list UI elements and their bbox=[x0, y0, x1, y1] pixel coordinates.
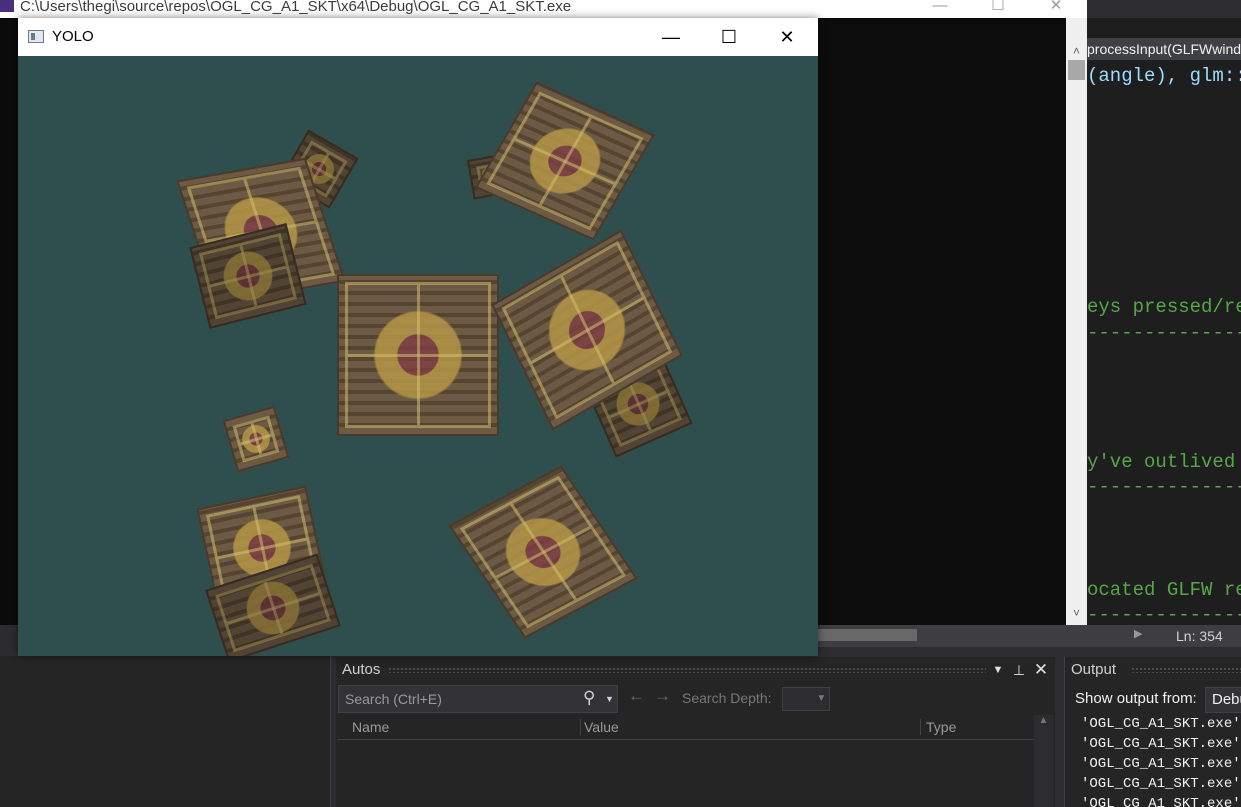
console-title: C:\Users\thegi\source\repos\OGL_CG_A1_SK… bbox=[20, 0, 572, 15]
panel-grip[interactable] bbox=[1131, 667, 1241, 673]
autos-title: Autos bbox=[342, 661, 381, 678]
code-line: -------------- bbox=[1087, 604, 1241, 625]
console-scrollbar[interactable]: ˄ ˅ bbox=[1066, 18, 1087, 625]
console-titlebar: C:\Users\thegi\source\repos\OGL_CG_A1_SK… bbox=[0, 0, 1087, 18]
autos-scrollbar[interactable]: ▲ bbox=[1034, 715, 1053, 807]
opengl-render-canvas[interactable] bbox=[18, 56, 818, 656]
search-options-chevron-icon[interactable]: ▼ bbox=[605, 686, 614, 712]
console-close-button[interactable]: ✕ bbox=[1033, 0, 1079, 16]
column-header-name[interactable]: Name bbox=[352, 715, 389, 739]
window-title: YOLO bbox=[52, 28, 94, 45]
yolo-titlebar[interactable]: YOLO — ☐ ✕ bbox=[18, 18, 818, 56]
console-app-icon bbox=[0, 0, 14, 12]
output-line: 'OGL_CG_A1_SKT.exe' bbox=[1081, 776, 1241, 792]
column-header-type[interactable]: Type bbox=[926, 715, 956, 739]
autos-search-input[interactable]: Search (Ctrl+E) ⚲ ▼ bbox=[338, 685, 618, 713]
code-line-text: -------------- bbox=[1087, 476, 1241, 498]
output-log: 'OGL_CG_A1_SKT.exe' 'OGL_CG_A1_SKT.exe' … bbox=[1081, 714, 1241, 807]
scroll-up-icon[interactable]: ˄ bbox=[1066, 44, 1087, 58]
close-icon[interactable]: ✕ bbox=[1031, 657, 1051, 683]
code-editor[interactable]: processInput(GLFWwind (angle), glm:: eys… bbox=[1087, 18, 1241, 625]
crate-cube bbox=[448, 465, 638, 639]
find-previous-icon[interactable]: ← bbox=[628, 686, 645, 706]
crate-cube bbox=[474, 81, 656, 241]
dropdown-icon[interactable]: ▼ bbox=[988, 657, 1008, 683]
maximize-button[interactable]: ☐ bbox=[700, 18, 758, 56]
left-tool-pane bbox=[0, 656, 331, 807]
close-button[interactable]: ✕ bbox=[758, 18, 816, 56]
line-number-indicator: Ln: 354 bbox=[1176, 628, 1223, 644]
code-line-text: -------------- bbox=[1087, 604, 1241, 625]
code-line: eys pressed/re bbox=[1087, 296, 1241, 318]
code-line: -------------- bbox=[1087, 322, 1241, 344]
pin-icon[interactable]: ⊥ bbox=[1009, 657, 1029, 683]
search-icon[interactable]: ⚲ bbox=[583, 685, 595, 711]
console-maximize-button[interactable]: ☐ bbox=[975, 0, 1021, 16]
crate-cube bbox=[222, 405, 290, 473]
chevron-down-icon: ▼ bbox=[816, 693, 829, 704]
output-line: 'OGL_CG_A1_SKT.exe' bbox=[1081, 796, 1241, 807]
output-source-value: Debug bbox=[1212, 691, 1241, 708]
autos-column-headers: Name Value Type bbox=[338, 715, 1034, 740]
scroll-down-icon[interactable]: ˅ bbox=[1066, 606, 1087, 620]
code-line-text: y've outlived bbox=[1087, 451, 1236, 473]
autos-panel[interactable]: Autos ▼ ⊥ ✕ Search (Ctrl+E) ⚲ ▼ ← → Sear… bbox=[336, 657, 1055, 807]
show-output-from-label: Show output from: bbox=[1075, 690, 1197, 707]
minimize-button[interactable]: — bbox=[642, 18, 700, 56]
function-navigator-label: processInput(GLFWwind bbox=[1087, 41, 1241, 57]
code-line-text: ocated GLFW re bbox=[1087, 579, 1241, 601]
output-line: 'OGL_CG_A1_SKT.exe' bbox=[1081, 736, 1241, 752]
code-line-text: -------------- bbox=[1087, 322, 1241, 344]
code-line-text: (angle), glm:: bbox=[1087, 65, 1241, 87]
output-source-select[interactable]: Debug bbox=[1205, 687, 1241, 713]
editor-horizontal-scrollbar[interactable]: ▶ Ln: 354 bbox=[818, 625, 1241, 647]
panel-grip[interactable] bbox=[388, 667, 986, 673]
scroll-up-icon[interactable]: ▲ bbox=[1039, 715, 1049, 726]
crate-cube bbox=[337, 274, 499, 436]
column-divider[interactable] bbox=[580, 719, 581, 735]
find-next-icon[interactable]: → bbox=[654, 686, 671, 706]
output-panel[interactable]: Output Show output from: Debug 'OGL_CG_A… bbox=[1064, 657, 1241, 807]
search-depth-select[interactable]: ▼ bbox=[782, 687, 830, 711]
output-line: 'OGL_CG_A1_SKT.exe' bbox=[1081, 756, 1241, 772]
console-minimize-button[interactable]: — bbox=[917, 0, 963, 16]
function-navigator[interactable]: processInput(GLFWwind bbox=[1087, 38, 1241, 60]
scroll-right-icon[interactable]: ▶ bbox=[1134, 627, 1142, 640]
output-line: 'OGL_CG_A1_SKT.exe' bbox=[1081, 716, 1241, 732]
code-line: y've outlived bbox=[1087, 451, 1235, 473]
console-scroll-thumb[interactable] bbox=[1068, 60, 1085, 80]
output-title: Output bbox=[1071, 661, 1117, 678]
autos-header: Autos ▼ ⊥ ✕ bbox=[336, 657, 1055, 683]
window-app-icon bbox=[28, 30, 44, 43]
column-header-value[interactable]: Value bbox=[584, 715, 619, 739]
code-line: -------------- bbox=[1087, 476, 1241, 498]
column-divider[interactable] bbox=[920, 719, 921, 735]
code-line: (angle), glm:: bbox=[1087, 65, 1241, 87]
code-line-text: eys pressed/re bbox=[1087, 296, 1241, 318]
editor-scroll-thumb[interactable] bbox=[818, 629, 917, 641]
autos-search-placeholder: Search (Ctrl+E) bbox=[345, 691, 442, 707]
search-depth-label: Search Depth: bbox=[682, 690, 772, 706]
code-line: ocated GLFW re bbox=[1087, 579, 1241, 601]
yolo-window[interactable]: YOLO — ☐ ✕ bbox=[18, 18, 818, 656]
